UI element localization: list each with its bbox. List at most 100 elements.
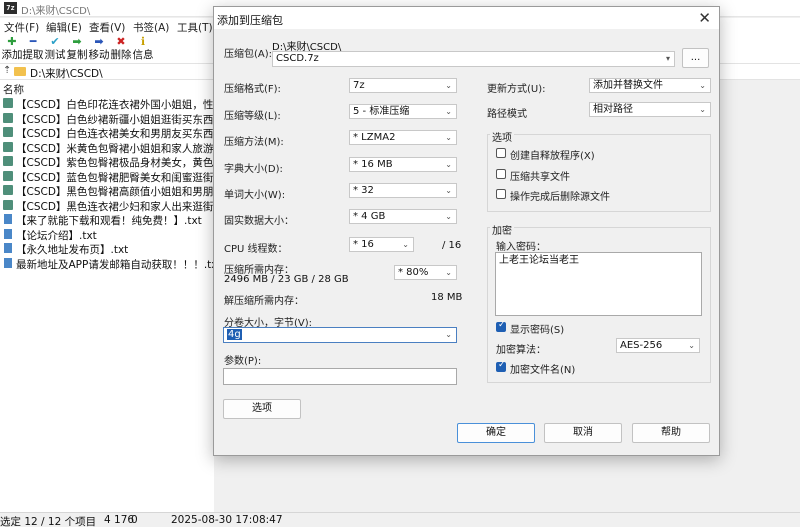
info-label: 信息 — [132, 49, 154, 61]
add-to-archive-dialog: 添加到压缩包 ✕ 压缩包(A): D:\来财\CSCD\ CSCD.7z ▾ .… — [213, 6, 720, 456]
memory-value: 2496 MB / 23 GB / 28 GB — [224, 274, 349, 285]
encryption-method-label: 加密算法： — [496, 345, 546, 356]
menu-bookmarks[interactable]: 书签(A) — [133, 20, 169, 35]
parameters-label: 参数(P): — [224, 356, 262, 367]
extract-icon: ━ — [29, 35, 37, 48]
dictionary-select[interactable]: * 16 MB ⌄ — [349, 157, 457, 172]
test-button[interactable]: ✔ 测试 — [43, 35, 67, 63]
options-button[interactable]: 选项 — [223, 399, 301, 419]
text-file-icon — [4, 243, 12, 253]
chevron-down-icon[interactable]: ▾ — [666, 52, 670, 65]
sfx-checkbox[interactable] — [496, 148, 506, 158]
folder-icon — [3, 141, 13, 152]
list-item-name: 【CSCD】黑色连衣裙少妇和家人出来逛街，... — [16, 200, 214, 213]
dialog-titlebar[interactable]: 添加到压缩包 ✕ — [214, 7, 719, 29]
path-mode-value: 相对路径 — [593, 104, 633, 115]
info-button[interactable]: ℹ 信息 — [131, 35, 155, 63]
show-password-checkbox[interactable] — [496, 320, 506, 332]
list-item[interactable]: 【CSCD】白色纱裙新疆小姐姐逛街买东西，... — [0, 111, 214, 125]
move-icon: ➡ — [94, 35, 104, 48]
copy-button[interactable]: ➡ 复制 — [65, 35, 89, 63]
word-size-label: 单词大小(W): — [224, 190, 286, 201]
move-button[interactable]: ➡ 移动 — [87, 35, 111, 63]
format-value: 7z — [353, 80, 365, 91]
memory-percent-select[interactable]: * 80% ⌄ — [394, 265, 457, 280]
archive-label: 压缩包(A): — [224, 49, 273, 60]
folder-icon — [14, 67, 26, 76]
encryption-group-title: 加密 — [490, 222, 514, 237]
encryption-method-value: AES-256 — [620, 340, 663, 351]
chevron-down-icon: ⌄ — [445, 107, 452, 116]
cancel-button[interactable]: 取消 — [544, 423, 622, 443]
path-mode-select[interactable]: 相对路径 ⌄ — [589, 102, 711, 117]
list-item[interactable]: 【永久地址发布页】.txt — [0, 241, 214, 256]
menu-view[interactable]: 查看(V) — [89, 20, 125, 35]
extract-button[interactable]: ━ 提取 — [21, 35, 45, 63]
word-size-select[interactable]: * 32 ⌄ — [349, 183, 457, 198]
test-label: 测试 — [44, 49, 66, 61]
password-label: 输入密码： — [496, 242, 546, 253]
app-logo-icon: 7z — [4, 2, 17, 14]
list-item-name: 【来了就能下载和观看！纯免费！】.txt — [16, 215, 202, 227]
memory-percent-value: * 80% — [398, 267, 429, 278]
chevron-down-icon[interactable]: ⌄ — [445, 328, 452, 342]
list-item[interactable]: 【CSCD】蓝色包臀裙肥臀美女和闺蜜逛街，... — [0, 169, 214, 183]
encrypt-names-label: 加密文件名(N) — [510, 365, 576, 376]
chevron-down-icon: ⌄ — [445, 268, 452, 277]
update-mode-select[interactable]: 添加并替换文件 ⌄ — [589, 78, 711, 93]
path-mode-label: 路径模式 — [487, 109, 527, 120]
solid-size-select[interactable]: * 4 GB ⌄ — [349, 209, 457, 224]
delete-label: 删除 — [110, 49, 132, 61]
encryption-method-select[interactable]: AES-256 ⌄ — [616, 338, 700, 353]
method-label: 压缩方法(M): — [224, 137, 284, 148]
level-value: 5 - 标准压缩 — [353, 106, 410, 117]
list-item-name: 【CSCD】黑色包臀裙高颜值小姐姐和男朋友... — [16, 186, 214, 198]
sfx-label: 创建自释放程序(X) — [510, 151, 595, 162]
close-icon[interactable]: ✕ — [698, 9, 711, 27]
level-select[interactable]: 5 - 标准压缩 ⌄ — [349, 104, 457, 119]
menu-file[interactable]: 文件(F) — [4, 20, 39, 35]
help-button[interactable]: 帮助 — [632, 423, 710, 443]
method-select[interactable]: * LZMA2 ⌄ — [349, 130, 457, 145]
parameters-input[interactable] — [223, 368, 457, 385]
up-arrow-icon[interactable]: ⇡ — [3, 65, 11, 76]
list-item[interactable]: 【CSCD】白色连衣裙美女和男朋友买东西，... — [0, 125, 214, 140]
list-item[interactable]: 【CSCD】黑色连衣裙少妇和家人出来逛街，... — [0, 198, 214, 213]
list-item[interactable]: 【论坛介绍】.txt — [0, 227, 214, 241]
chevron-down-icon: ⌄ — [445, 133, 452, 142]
list-item[interactable]: 【CSCD】紫色包臀裙极品身材美女，黄色内... — [0, 154, 214, 169]
folder-icon — [3, 156, 13, 166]
format-select[interactable]: 7z ⌄ — [349, 78, 457, 93]
list-item-name: 【CSCD】米黄色包臀裙小姐姐和家人旅游，... — [16, 142, 214, 155]
delete-icon: ✖ — [116, 35, 126, 48]
name-column-header[interactable]: 名称 — [3, 82, 24, 97]
test-icon: ✔ — [50, 35, 60, 48]
dictionary-value: * 16 MB — [353, 159, 393, 170]
list-item[interactable]: 【CSCD】白色印花连衣裙外国小姐姐，性感... — [0, 96, 214, 111]
list-item[interactable]: 【来了就能下载和观看！纯免费！】.txt — [0, 212, 214, 227]
password-input[interactable]: 上老王论坛当老王 — [495, 252, 702, 316]
copy-label: 复制 — [66, 49, 88, 61]
encrypt-names-checkbox[interactable] — [496, 360, 506, 372]
folder-icon — [3, 199, 13, 210]
browse-button[interactable]: ... — [682, 48, 709, 68]
list-item[interactable]: 【CSCD】黑色包臀裙高颜值小姐姐和男朋友... — [0, 183, 214, 198]
menu-tools[interactable]: 工具(T) — [177, 20, 213, 35]
info-icon: ℹ — [140, 35, 146, 48]
cpu-threads-select[interactable]: * 16 ⌄ — [349, 237, 414, 252]
address-path[interactable]: D:\来财\CSCD\ — [30, 66, 103, 81]
list-item[interactable]: 最新地址及APP请发邮箱自动获取！！！.txt — [0, 256, 214, 270]
split-size-input[interactable]: 4g ⌄ — [223, 327, 457, 343]
menu-edit[interactable]: 编辑(E) — [46, 20, 82, 35]
delete-button[interactable]: ✖ 删除 — [109, 35, 133, 63]
cpu-threads-total: / 16 — [442, 240, 462, 251]
format-label: 压缩格式(F): — [224, 84, 281, 95]
archive-name-combo[interactable]: CSCD.7z ▾ — [272, 51, 675, 67]
solid-size-value: * 4 GB — [353, 211, 386, 222]
ok-button[interactable]: 确定 — [457, 423, 535, 443]
shared-files-checkbox[interactable] — [496, 169, 506, 179]
status-size: 4 176 — [104, 514, 135, 526]
list-item[interactable]: 【CSCD】米黄色包臀裙小姐姐和家人旅游，... — [0, 140, 214, 155]
cpu-threads-value: * 16 — [353, 239, 374, 250]
delete-after-checkbox[interactable] — [496, 189, 506, 199]
